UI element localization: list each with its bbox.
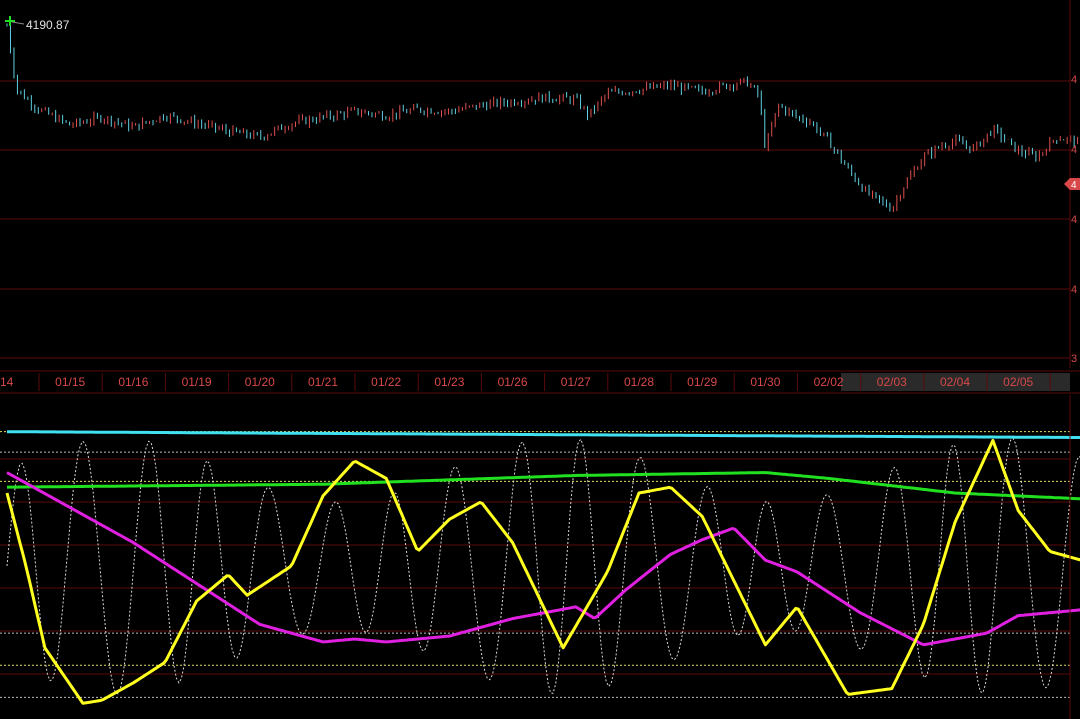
time-tick-label: 02/02 — [814, 375, 844, 389]
time-tick-label: 01/23 — [434, 375, 464, 389]
time-tick-label: 01/19 — [182, 375, 212, 389]
edge-label-top: 4 — [1071, 74, 1077, 86]
time-tick-label: 01/15 — [55, 375, 85, 389]
time-tick-label: 01/30 — [750, 375, 780, 389]
edge-label-bottom: 4 — [1071, 284, 1077, 296]
time-tick-label: 02/04 — [940, 375, 970, 389]
time-tick-label: 01/28 — [624, 375, 654, 389]
edge-label-base: 3 — [1071, 353, 1077, 365]
edge-label-mid: 4 — [1071, 144, 1077, 156]
time-tick-label: 01/26 — [498, 375, 528, 389]
chart-background — [0, 0, 1080, 719]
time-tick-label: 14 — [0, 375, 14, 389]
time-tick-label: 02/03 — [877, 375, 907, 389]
current-price-marker-text: 4 — [1071, 180, 1077, 191]
time-tick-label: 01/21 — [308, 375, 338, 389]
time-tick-label: 02/05 — [1003, 375, 1033, 389]
time-tick-label: 01/27 — [561, 375, 591, 389]
time-tick-label: 01/22 — [371, 375, 401, 389]
time-tick-label: 01/16 — [118, 375, 148, 389]
trading-chart: 4190.87 4 4 4 4 3 4 14 01/15 01/16 01/19 01/… — [0, 0, 1080, 719]
time-tick-label: 01/20 — [245, 375, 275, 389]
edge-label-lower: 4 — [1071, 214, 1077, 226]
time-tick-label: 01/29 — [687, 375, 717, 389]
price-label: 4190.87 — [26, 18, 70, 32]
